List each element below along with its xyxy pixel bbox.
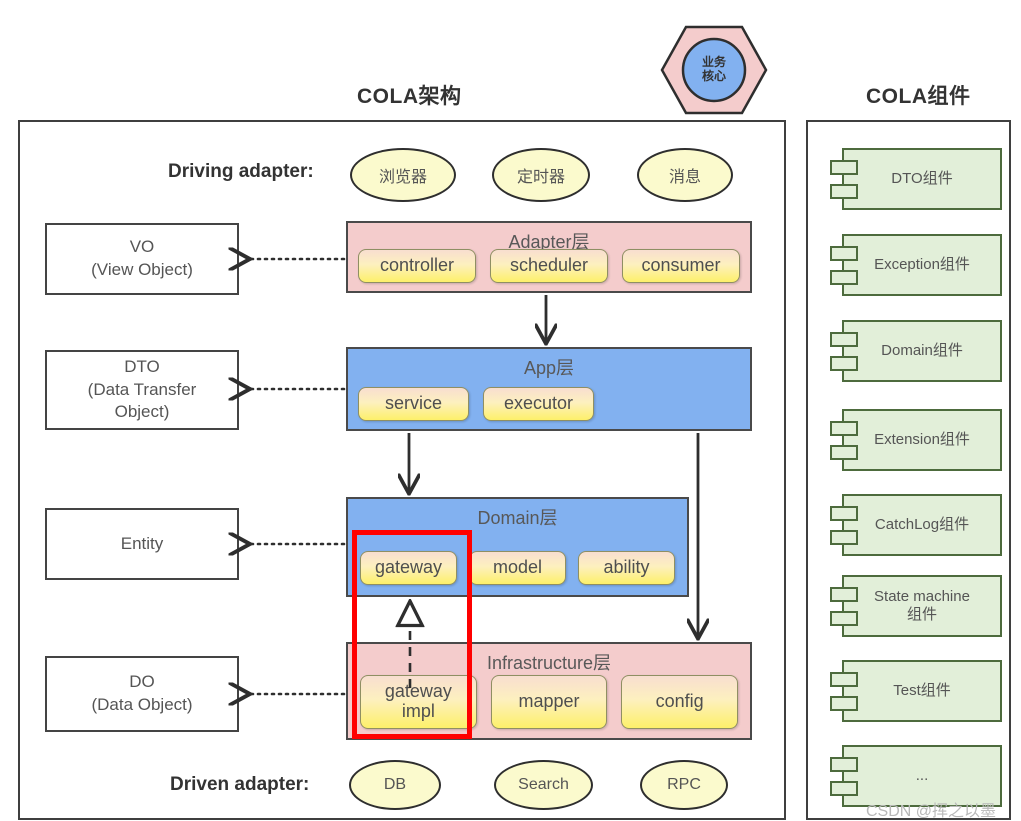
chip-mapper[interactable]: mapper [490,675,608,729]
component-port-icon [830,270,858,285]
layer-domain-title: Domain层 [477,508,558,528]
layer-app-title: App层 [523,358,575,378]
business-core-label: 业务 核心 [659,24,769,116]
chip-scheduler[interactable]: scheduler [490,249,608,283]
driven-adapter-rpc: RPC [640,760,728,810]
watermark: CSDN @挥之以墨 [866,803,997,820]
chip-ability[interactable]: ability [578,551,675,585]
object-box-entity: Entity [45,508,239,580]
driving-adapter-browser: 浏览器 [350,148,456,202]
driving-adapter-message: 消息 [637,148,733,202]
component-domain[interactable]: Domain组件 [830,320,1002,382]
layer-app: App层 service executor [346,347,752,431]
component-port-icon [830,356,858,371]
chip-controller[interactable]: controller [358,249,476,283]
component-extension[interactable]: Extension组件 [830,409,1002,471]
driving-adapter-scheduler-label: 定时器 [516,169,565,186]
driving-adapter-browser-label: 浏览器 [378,169,427,186]
component-label: State machine 组件 [874,588,970,623]
chip-config[interactable]: config [621,675,739,729]
component-port-icon [830,530,858,545]
component-label: Test组件 [893,682,951,699]
component-test[interactable]: Test组件 [830,660,1002,722]
business-core-line2: 核心 [701,69,726,83]
gateway-highlight-box [352,530,472,739]
object-box-do: DO (Data Object) [45,656,239,732]
component-port-icon [830,184,858,199]
component-port-icon [830,672,858,687]
driving-adapter-scheduler: 定时器 [492,148,590,202]
component-state-machine[interactable]: State machine 组件 [830,575,1002,637]
component-label: Extension组件 [874,431,970,448]
driven-adapter-db-label: DB [383,776,407,793]
component-port-icon [830,421,858,436]
component-dto[interactable]: DTO组件 [830,148,1002,210]
object-box-dto: DTO (Data Transfer Object) [45,350,239,430]
driving-adapter-message-label: 消息 [668,169,701,186]
component-label: ... [915,767,929,784]
driven-adapter-rpc-label: RPC [667,776,701,793]
object-box-vo: VO (View Object) [45,223,239,295]
page-title-left: COLA架构 [357,85,462,108]
layer-adapter-chips: controller scheduler consumer [358,249,740,283]
component-port-icon [830,757,858,772]
component-label: Domain组件 [881,342,963,359]
component-label: Exception组件 [874,256,970,273]
component-catchlog[interactable]: CatchLog组件 [830,494,1002,556]
component-port-icon [830,506,858,521]
component-port-icon [830,160,858,175]
component-port-icon [830,696,858,711]
component-port-icon [830,611,858,626]
component-port-icon [830,587,858,602]
chip-consumer[interactable]: consumer [622,249,740,283]
component-port-icon [830,445,858,460]
component-port-icon [830,332,858,347]
component-port-icon [830,246,858,261]
driven-adapter-label: Driven adapter: [170,774,310,795]
business-core-line1: 业务 [701,55,726,70]
layer-app-chips: service executor [358,387,594,421]
component-exception[interactable]: Exception组件 [830,234,1002,296]
component-port-icon [830,781,858,796]
driven-adapter-search: Search [494,760,593,810]
chip-model[interactable]: model [469,551,566,585]
layer-adapter: Adapter层 controller scheduler consumer [346,221,752,293]
component-label: CatchLog组件 [874,516,970,533]
page-title-right: COLA组件 [866,85,971,108]
chip-executor[interactable]: executor [483,387,594,421]
chip-service[interactable]: service [358,387,469,421]
component-label: DTO组件 [891,170,953,187]
business-core-hexagon: 业务 核心 [659,24,769,116]
driven-adapter-db: DB [349,760,441,810]
driven-adapter-search-label: Search [518,776,569,793]
driving-adapter-label: Driving adapter: [168,161,314,182]
